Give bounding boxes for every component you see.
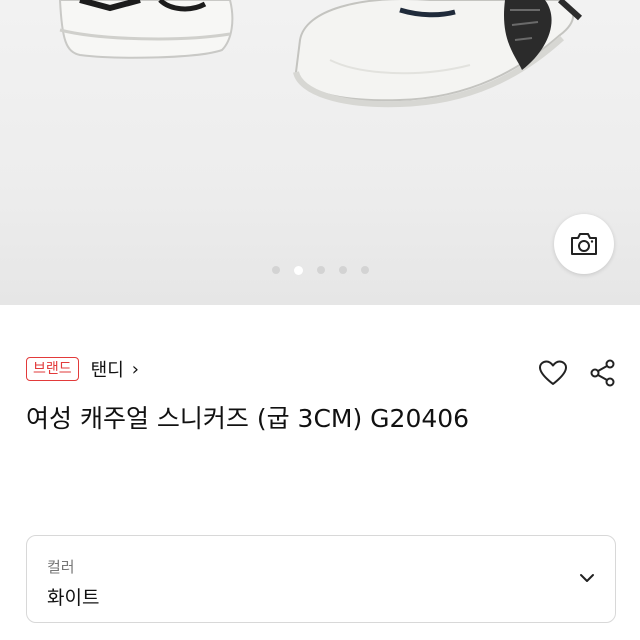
share-icon <box>590 359 615 387</box>
option-label: 컬러 <box>47 558 75 576</box>
gallery-pagination <box>272 266 369 275</box>
heart-outline-icon <box>539 360 567 385</box>
wishlist-button[interactable] <box>536 356 570 390</box>
product-image <box>58 0 583 108</box>
camera-icon <box>571 233 597 255</box>
product-title: 여성 캐주얼 스니커즈 (굽 3CM) G20406 <box>26 404 470 433</box>
pagination-dot-active[interactable] <box>294 266 303 275</box>
pagination-dot[interactable] <box>339 266 347 274</box>
share-button[interactable] <box>586 356 620 390</box>
brand-row: 브랜드 탠디 › <box>26 355 139 383</box>
product-image-gallery[interactable] <box>0 0 640 305</box>
option-value: 화이트 <box>47 587 100 609</box>
brand-link[interactable]: 탠디 <box>91 356 124 382</box>
color-option-select[interactable]: 컬러 화이트 <box>26 535 616 623</box>
pagination-dot[interactable] <box>272 266 280 274</box>
brand-badge: 브랜드 <box>26 357 79 381</box>
camera-search-button[interactable] <box>554 214 614 274</box>
pagination-dot[interactable] <box>361 266 369 274</box>
pagination-dot[interactable] <box>317 266 325 274</box>
chevron-down-icon <box>580 574 594 582</box>
chevron-right-icon[interactable]: › <box>132 359 139 380</box>
